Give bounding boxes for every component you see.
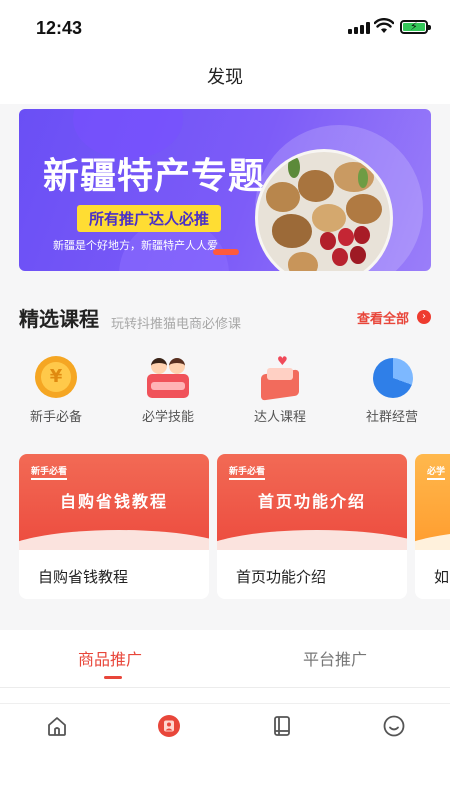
course-card[interactable]: 新手必看 自购省钱教程 自购省钱教程 (19, 454, 209, 599)
status-time: 12:43 (36, 18, 83, 38)
section-title: 精选课程 (19, 307, 99, 331)
content-area[interactable]: 新疆特产专题 所有推广达人必推 新疆是个好地方，新疆特产人人爱 精选课程 玩转抖… (0, 104, 450, 630)
category-label: 新手必备 (29, 410, 82, 425)
category-label: 必学技能 (141, 410, 194, 425)
banner-tag: 所有推广达人必推 (77, 205, 222, 232)
course-card[interactable]: 新手必看 首页功能介绍 首页功能介绍 (217, 454, 407, 599)
page-title: 发现 (207, 67, 243, 88)
book-icon[interactable] (270, 714, 294, 738)
nuts-image (255, 149, 393, 271)
bottom-nav (0, 703, 450, 737)
banner-title: 新疆特产专题 (43, 155, 266, 197)
course-thumbnail: 新手必看 自购省钱教程 (19, 454, 209, 550)
course-thumbnail: 必学 (415, 454, 450, 550)
promo-tabs: 商品推广 平台推广 (0, 630, 450, 688)
category-community[interactable]: 社群经营 (347, 354, 437, 425)
category-skills[interactable]: 必学技能 (123, 354, 213, 425)
smile-icon[interactable] (382, 714, 406, 738)
course-tag: 新手必看 (31, 464, 68, 480)
wifi-icon (374, 18, 394, 33)
signal-icon (348, 22, 370, 34)
course-thumb-title: 首页功能介绍 (257, 492, 366, 511)
title-bar: 发现 (0, 56, 450, 104)
gold-coin-icon: ¥ (33, 354, 79, 400)
battery-icon: ⚡ (400, 20, 431, 34)
pie-chart-icon (369, 354, 415, 400)
chevron-right-icon[interactable]: › (417, 310, 431, 324)
home-icon[interactable] (45, 714, 69, 738)
people-icon (145, 354, 191, 400)
category-label: 达人课程 (253, 410, 306, 425)
banner-subtitle: 新疆是个好地方，新疆特产人人爱 (53, 239, 218, 252)
course-thumb-title: 自购省钱教程 (59, 492, 168, 511)
active-tab-indicator (104, 676, 122, 679)
view-all-link[interactable]: 查看全部 (357, 308, 409, 327)
course-name: 首页功能介绍 (236, 568, 327, 586)
category-label: 社群经营 (365, 410, 418, 425)
promo-banner[interactable]: 新疆特产专题 所有推广达人必推 新疆是个好地方，新疆特产人人爱 (19, 109, 431, 271)
course-name: 如 (434, 568, 450, 586)
discover-icon[interactable] (157, 714, 181, 738)
status-bar: 12:43 ⚡ (0, 0, 450, 56)
tab-platform-promo[interactable]: 平台推广 (303, 646, 367, 670)
course-name: 自购省钱教程 (38, 568, 129, 586)
course-tag: 必学 (427, 464, 446, 480)
course-card[interactable]: 必学 如 (415, 454, 450, 599)
banner-page-indicator (213, 249, 239, 255)
category-influencer[interactable]: ♥ 达人课程 (235, 354, 325, 425)
category-newbie[interactable]: ¥ 新手必备 (11, 354, 101, 425)
discover-page: 12:43 ⚡ 发现 新疆特产专题 所有推广达人必推 新疆是个好地方，新疆特产人… (0, 0, 450, 800)
course-thumbnail: 新手必看 首页功能介绍 (217, 454, 407, 550)
course-tag: 新手必看 (229, 464, 266, 480)
section-subtitle: 玩转抖推猫电商必修课 (111, 317, 242, 332)
tab-product-promo[interactable]: 商品推广 (78, 646, 142, 670)
gift-heart-icon: ♥ (257, 354, 303, 401)
